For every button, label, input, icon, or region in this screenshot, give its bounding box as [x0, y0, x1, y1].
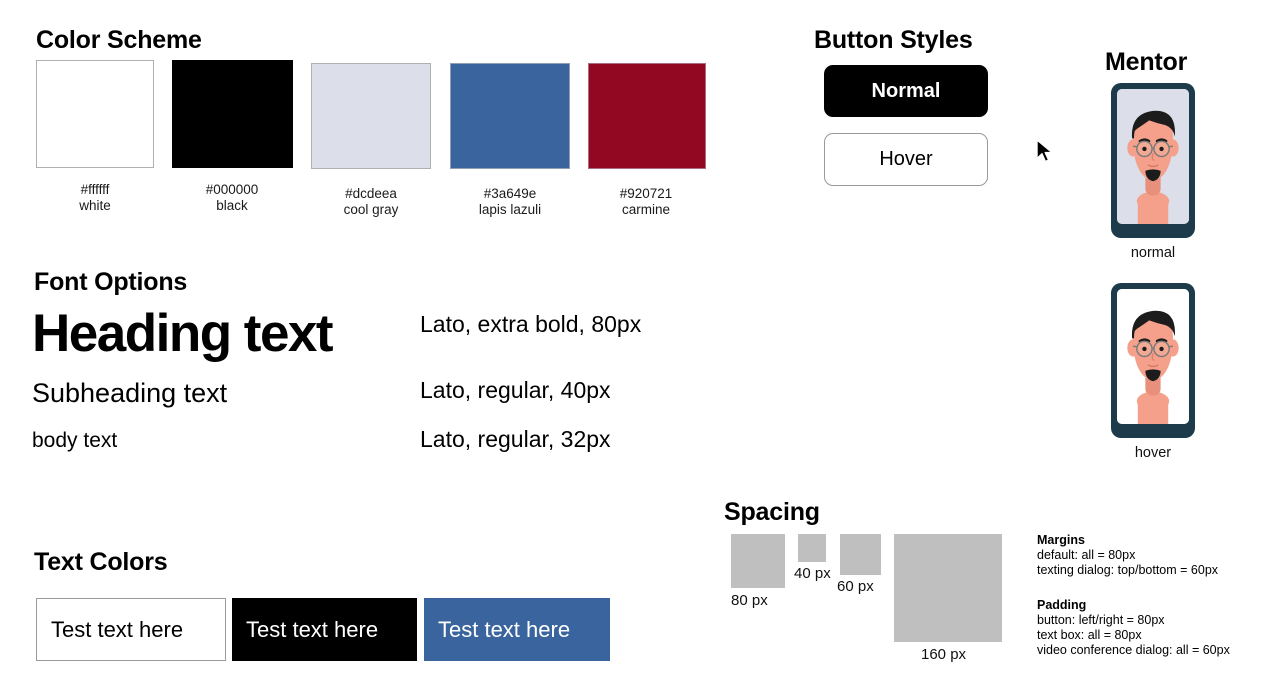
- hover-button-label: Hover: [879, 148, 933, 170]
- padding-note-line-1: button: left/right = 80px: [1037, 613, 1165, 627]
- swatch-name: carmine: [621, 202, 670, 217]
- normal-button[interactable]: Normal: [824, 65, 988, 117]
- margins-note-title: Margins: [1037, 533, 1085, 547]
- swatch-hex: #920721: [619, 186, 673, 201]
- color-swatch-carmine[interactable]: [588, 63, 706, 169]
- mentor-face-illustration: [1117, 89, 1189, 224]
- text-color-sample-lapis[interactable]: Test text here: [424, 598, 610, 661]
- mentor-heading: Mentor: [1105, 48, 1188, 76]
- spacing-label-80: 80 px: [731, 592, 768, 609]
- hover-button[interactable]: Hover: [824, 133, 988, 186]
- color-swatch-black[interactable]: [172, 60, 293, 168]
- spacing-label-40: 40 px: [794, 565, 831, 582]
- text-color-sample-label: Test text here: [51, 616, 184, 642]
- mentor-normal-caption: normal: [1130, 245, 1176, 261]
- text-colors-heading: Text Colors: [34, 548, 168, 576]
- padding-note-line-2: text box: all = 80px: [1037, 628, 1142, 642]
- color-swatch-carmine-caption: #920721 carmine: [620, 186, 673, 218]
- color-swatch-lapis-lazuli[interactable]: [450, 63, 570, 169]
- normal-button-label: Normal: [871, 79, 941, 102]
- text-color-sample-black[interactable]: Test text here: [232, 598, 417, 661]
- swatch-name: white: [79, 198, 111, 213]
- heading-text-sample: Heading text: [32, 304, 334, 363]
- mentor-avatar-normal[interactable]: [1111, 83, 1195, 238]
- padding-note-line-3: video conference dialog: all = 60px: [1037, 643, 1230, 657]
- padding-note-title: Padding: [1037, 598, 1087, 612]
- arrow-pointer-icon: [1036, 139, 1058, 165]
- style-guide-canvas: Color Scheme #ffffff white #000000 black…: [0, 0, 1280, 689]
- avatar-screen: [1117, 89, 1189, 224]
- color-swatch-cool-gray-caption: #dcdeea cool gray: [344, 186, 399, 218]
- margins-note-line-2: texting dialog: top/bottom = 60px: [1037, 563, 1219, 577]
- swatch-fill: [450, 63, 570, 169]
- swatch-fill: [588, 63, 706, 169]
- spacing-box-60: [840, 534, 881, 575]
- swatch-name: black: [216, 198, 248, 213]
- heading-text-spec: Lato, extra bold, 80px: [420, 311, 642, 337]
- color-swatch-cool-gray[interactable]: [311, 63, 431, 169]
- swatch-hex: #3a649e: [483, 186, 537, 201]
- swatch-hex: #dcdeea: [345, 186, 397, 201]
- body-text-sample: body text: [32, 429, 118, 452]
- margins-note-line-1: default: all = 80px: [1037, 548, 1136, 562]
- swatch-name: lapis lazuli: [478, 202, 542, 217]
- subheading-text-spec: Lato, regular, 40px: [420, 377, 611, 403]
- spacing-label-60: 60 px: [837, 578, 874, 595]
- swatch-hex: #000000: [205, 182, 259, 197]
- spacing-heading: Spacing: [724, 498, 820, 526]
- spacing-box-80: [731, 534, 785, 588]
- font-options-heading: Font Options: [34, 268, 188, 296]
- spacing-box-40: [798, 534, 826, 562]
- mentor-hover-caption: hover: [1134, 445, 1172, 461]
- avatar-screen: [1117, 289, 1189, 424]
- subheading-text-sample: Subheading text: [32, 378, 228, 408]
- spacing-box-160: [894, 534, 1002, 642]
- swatch-fill: [172, 60, 293, 168]
- text-color-sample-label: Test text here: [438, 616, 571, 642]
- swatch-fill: [36, 60, 154, 168]
- swatch-name: cool gray: [343, 202, 399, 217]
- color-swatch-lapis-lazuli-caption: #3a649e lapis lazuli: [479, 186, 541, 218]
- color-scheme-heading: Color Scheme: [36, 26, 202, 54]
- body-text-spec: Lato, regular, 32px: [420, 426, 611, 452]
- color-swatch-black-caption: #000000 black: [206, 182, 259, 214]
- mentor-avatar-hover[interactable]: [1111, 283, 1195, 438]
- text-color-sample-label: Test text here: [246, 616, 379, 642]
- swatch-hex: #ffffff: [80, 182, 110, 197]
- text-color-sample-white[interactable]: Test text here: [36, 598, 226, 661]
- button-styles-heading: Button Styles: [814, 26, 973, 54]
- color-swatch-white-caption: #ffffff white: [79, 182, 111, 214]
- color-swatch-white[interactable]: [36, 60, 154, 168]
- mentor-face-illustration: [1117, 289, 1189, 424]
- spacing-label-160: 160 px: [921, 646, 967, 663]
- swatch-fill: [311, 63, 431, 169]
